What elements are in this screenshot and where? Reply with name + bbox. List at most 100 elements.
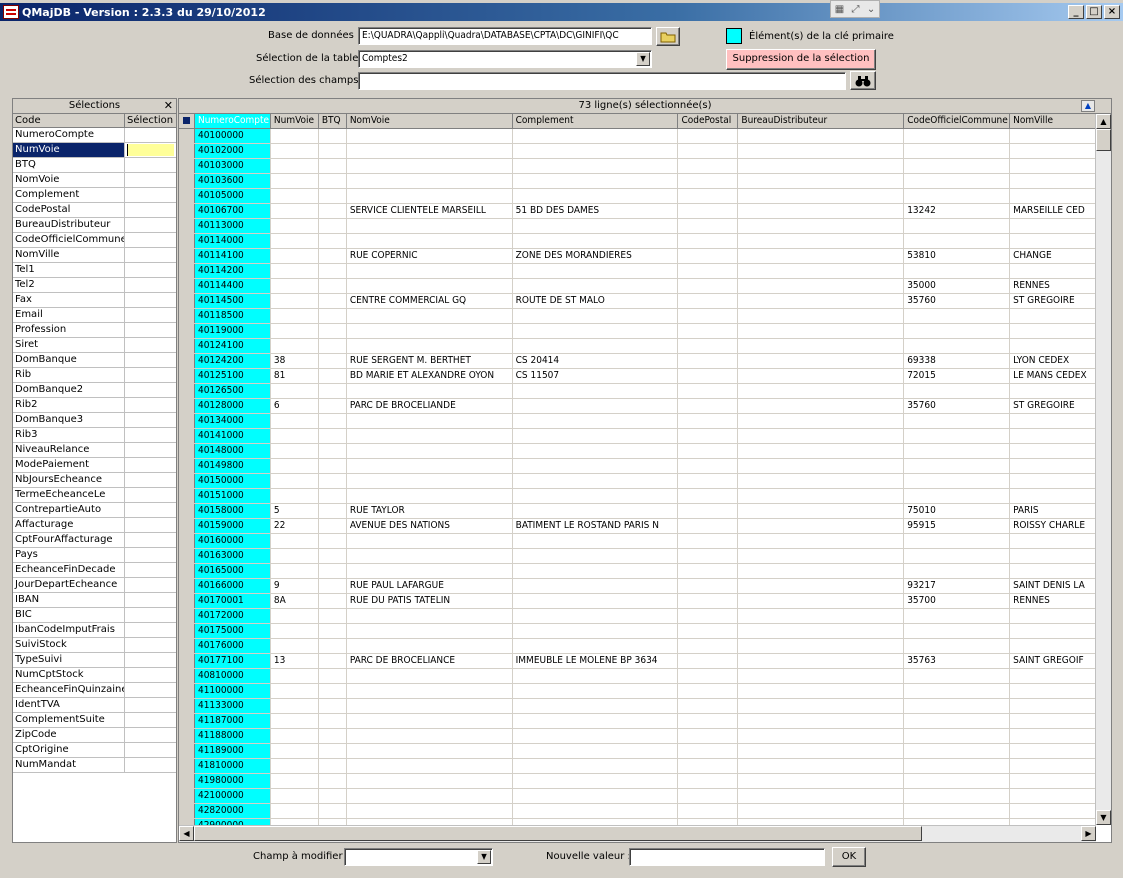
selection-row[interactable]: Affacturage xyxy=(13,518,176,533)
table-cell[interactable] xyxy=(1010,234,1096,248)
row-selector[interactable] xyxy=(179,504,195,518)
table-cell[interactable] xyxy=(904,609,1011,623)
table-cell[interactable] xyxy=(738,504,905,518)
selection-value[interactable] xyxy=(125,158,176,172)
selection-code[interactable]: ZipCode xyxy=(13,728,125,742)
table-cell[interactable] xyxy=(319,609,347,623)
table-cell[interactable] xyxy=(678,174,739,188)
table-row[interactable]: 40151000 xyxy=(179,489,1096,504)
table-cell[interactable] xyxy=(1010,714,1096,728)
table-cell[interactable] xyxy=(347,144,513,158)
row-selector[interactable] xyxy=(179,579,195,593)
table-cell[interactable] xyxy=(347,459,513,473)
table-cell[interactable] xyxy=(347,264,513,278)
selection-value[interactable] xyxy=(125,458,176,472)
table-cell[interactable] xyxy=(904,774,1011,788)
chevron-down-icon[interactable]: ▼ xyxy=(636,52,650,66)
selection-value[interactable] xyxy=(125,338,176,352)
table-cell[interactable] xyxy=(347,429,513,443)
table-row[interactable]: 42100000 xyxy=(179,789,1096,804)
table-cell[interactable]: 5 xyxy=(271,504,319,518)
table-row[interactable]: 40148000 xyxy=(179,444,1096,459)
table-cell[interactable] xyxy=(678,504,739,518)
table-cell[interactable] xyxy=(1010,219,1096,233)
table-cell[interactable] xyxy=(678,144,739,158)
selection-code[interactable]: Rib xyxy=(13,368,125,382)
delete-selection-button[interactable]: Suppression de la sélection xyxy=(726,49,876,70)
selection-row[interactable]: Email xyxy=(13,308,176,323)
table-cell[interactable] xyxy=(678,549,739,563)
table-cell[interactable] xyxy=(513,594,679,608)
selection-code[interactable]: CodePostal xyxy=(13,203,125,217)
table-cell[interactable]: 75010 xyxy=(904,504,1011,518)
table-cell[interactable] xyxy=(319,429,347,443)
row-selector[interactable] xyxy=(179,399,195,413)
table-row[interactable]: 40114400 35000 RENNES xyxy=(179,279,1096,294)
table-cell[interactable] xyxy=(678,159,739,173)
table-cell[interactable] xyxy=(738,399,905,413)
table-cell[interactable] xyxy=(738,324,905,338)
close-button[interactable]: × xyxy=(1104,5,1120,19)
table-cell[interactable]: 38 xyxy=(271,354,319,368)
table-cell[interactable] xyxy=(678,774,739,788)
table-row[interactable]: 40114000 xyxy=(179,234,1096,249)
selection-value[interactable] xyxy=(125,563,176,577)
table-cell[interactable]: 40124200 xyxy=(194,354,271,368)
row-selector[interactable] xyxy=(179,219,195,233)
row-selector[interactable] xyxy=(179,204,195,218)
table-cell[interactable] xyxy=(319,729,347,743)
table-cell[interactable]: 13242 xyxy=(904,204,1011,218)
table-cell[interactable] xyxy=(513,219,679,233)
table-cell[interactable] xyxy=(738,144,905,158)
selection-value[interactable] xyxy=(125,278,176,292)
table-cell[interactable]: SAINT GREGOIF xyxy=(1010,654,1096,668)
row-selector[interactable] xyxy=(179,384,195,398)
table-cell[interactable] xyxy=(513,624,679,638)
table-cell[interactable] xyxy=(678,639,739,653)
table-cell[interactable] xyxy=(271,714,319,728)
column-header[interactable]: Complement xyxy=(512,114,679,128)
table-cell[interactable]: 35760 xyxy=(904,399,1011,413)
selection-code[interactable]: Profession xyxy=(13,323,125,337)
table-cell[interactable] xyxy=(904,804,1011,818)
table-cell[interactable] xyxy=(271,159,319,173)
table-cell[interactable]: BATIMENT LE ROSTAND PARIS N xyxy=(513,519,679,533)
selection-row[interactable]: NumeroCompte xyxy=(13,128,176,143)
table-row[interactable]: 40134000 xyxy=(179,414,1096,429)
table-cell[interactable] xyxy=(271,174,319,188)
table-cell[interactable]: ST GREGOIRE xyxy=(1010,399,1096,413)
selection-code[interactable]: CptOrigine xyxy=(13,743,125,757)
table-cell[interactable] xyxy=(347,159,513,173)
row-selector[interactable] xyxy=(179,594,195,608)
table-cell[interactable] xyxy=(678,339,739,353)
selection-row[interactable]: Fax xyxy=(13,293,176,308)
table-cell[interactable] xyxy=(271,294,319,308)
table-cell[interactable] xyxy=(319,534,347,548)
table-cell[interactable] xyxy=(1010,474,1096,488)
table-row[interactable]: 40172000 xyxy=(179,609,1096,624)
column-header[interactable]: BTQ xyxy=(318,114,347,128)
table-row[interactable]: 40170001 8A RUE DU PATIS TATELIN 35700 RENNE… xyxy=(179,594,1096,609)
table-cell[interactable] xyxy=(738,669,905,683)
table-cell[interactable] xyxy=(738,474,905,488)
selection-value[interactable] xyxy=(125,593,176,607)
table-cell[interactable] xyxy=(347,759,513,773)
table-cell[interactable] xyxy=(678,579,739,593)
table-cell[interactable] xyxy=(271,624,319,638)
table-cell[interactable] xyxy=(904,639,1011,653)
selection-code[interactable]: NiveauRelance xyxy=(13,443,125,457)
table-cell[interactable] xyxy=(678,264,739,278)
table-cell[interactable] xyxy=(1010,384,1096,398)
table-cell[interactable] xyxy=(347,129,513,143)
table-cell[interactable] xyxy=(904,789,1011,803)
table-cell[interactable] xyxy=(347,564,513,578)
table-row[interactable]: 42820000 xyxy=(179,804,1096,819)
table-cell[interactable]: RUE PAUL LAFARGUE xyxy=(347,579,513,593)
table-row[interactable]: 41188000 xyxy=(179,729,1096,744)
selection-code[interactable]: Complement xyxy=(13,188,125,202)
row-selector[interactable] xyxy=(179,534,195,548)
table-cell[interactable] xyxy=(738,594,905,608)
row-selector[interactable] xyxy=(179,414,195,428)
selection-code[interactable]: Email xyxy=(13,308,125,322)
scroll-down-icon[interactable]: ▼ xyxy=(1096,810,1111,825)
